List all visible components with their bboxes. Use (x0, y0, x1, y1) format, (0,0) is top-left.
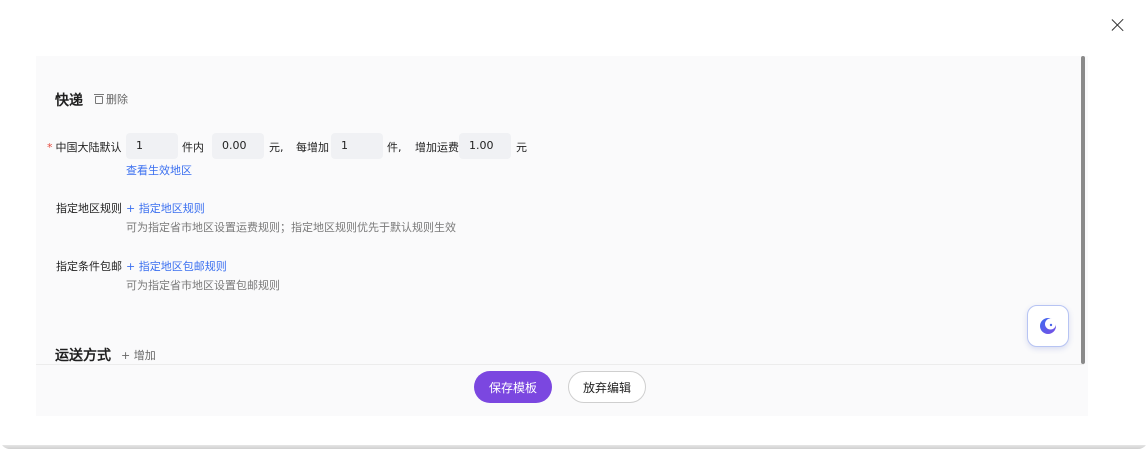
floating-assistant-button[interactable] (1027, 305, 1069, 347)
section-title-express: 快递 (55, 93, 83, 109)
add-free-shipping-rule-link[interactable]: + 指定地区包邮规则 (126, 258, 227, 274)
add-region-rule-link[interactable]: + 指定地区规则 (126, 200, 205, 216)
view-regions-link[interactable]: 查看生效地区 (126, 162, 192, 178)
add-qty-input[interactable] (331, 133, 383, 159)
delete-label: 删除 (106, 93, 128, 106)
add-qty-unit: 件, (387, 141, 402, 154)
add-fee-unit: 元 (516, 141, 527, 154)
mainland-rule-label: * 中国大陆默认 (47, 139, 122, 155)
footer-divider (36, 364, 1084, 365)
modal-bottom-edge (0, 445, 1148, 449)
scrollbar[interactable] (1081, 56, 1085, 364)
save-template-button[interactable]: 保存模板 (474, 371, 552, 403)
mainland-rule-label-text: 中国大陆默认 (55, 141, 122, 154)
free-shipping-hint: 可为指定省市地区设置包邮规则 (126, 279, 280, 292)
free-shipping-label: 指定条件包邮 (56, 260, 122, 273)
trash-icon (94, 94, 104, 104)
region-rule-hint: 可为指定省市地区设置运费规则；指定地区规则优先于默认规则生效 (126, 221, 456, 234)
first-fee-input[interactable] (212, 133, 264, 159)
add-fee-label: 增加运费 (415, 141, 459, 154)
discard-edit-button[interactable]: 放弃编辑 (568, 371, 646, 403)
add-qty-label: 每增加 (296, 141, 329, 154)
add-delivery-button[interactable]: + 增加 (121, 347, 156, 363)
first-fee-unit: 元, (269, 141, 284, 154)
template-edit-modal: 快递 删除 *中国大陆默认 件内 元, 每增加 件, 增加运费 元 查看生效地区… (0, 0, 1148, 449)
first-qty-unit: 件内 (182, 141, 204, 154)
first-qty-input[interactable] (126, 133, 178, 159)
region-rule-label: 指定地区规则 (56, 202, 122, 215)
delete-button[interactable]: 删除 (94, 91, 128, 107)
moon-icon (1040, 318, 1056, 334)
add-fee-input[interactable] (459, 133, 511, 159)
form-content (36, 56, 1088, 416)
section-title-delivery: 运送方式 (55, 348, 111, 364)
required-mark: * (47, 141, 53, 154)
close-icon[interactable] (1109, 16, 1127, 34)
